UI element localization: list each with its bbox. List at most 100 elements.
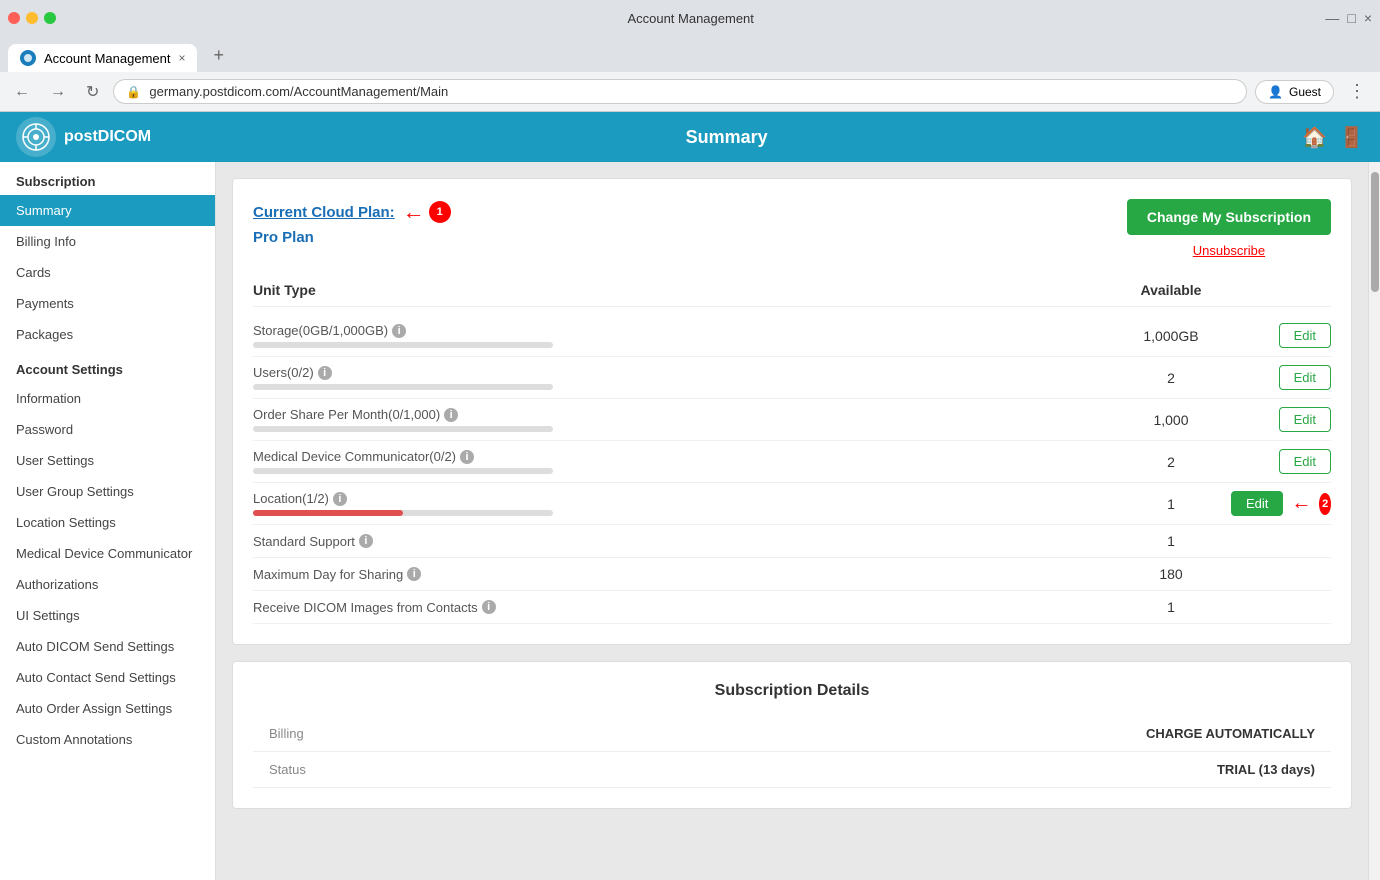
browser-tab-active[interactable]: Account Management × <box>8 44 197 72</box>
table-row: Receive DICOM Images from Contacts i 1 <box>253 591 1331 624</box>
edit-button[interactable]: Edit <box>1279 323 1331 348</box>
info-icon[interactable]: i <box>333 492 347 506</box>
address-text: germany.postdicom.com/AccountManagement/… <box>149 84 1234 99</box>
unit-progress-bar <box>253 342 553 348</box>
sidebar-item-ui-settings[interactable]: UI Settings <box>0 600 215 631</box>
maximize-button[interactable]: □ <box>1347 10 1355 26</box>
table-row: Storage(0GB/1,000GB) i 1,000GB Edit <box>253 315 1331 357</box>
new-tab-button[interactable]: + <box>201 39 236 72</box>
minimize-button[interactable]: — <box>1325 10 1339 26</box>
app-header: postDICOM Summary 🏠 🚪 <box>0 112 1380 162</box>
refresh-button[interactable]: ↻ <box>80 78 105 106</box>
sidebar: Subscription Summary Billing Info Cards … <box>0 162 216 880</box>
unit-name: Receive DICOM Images from Contacts <box>253 600 478 615</box>
browser-menu-button[interactable]: ⋮ <box>1342 77 1372 106</box>
tab-favicon <box>20 50 36 66</box>
table-row: Order Share Per Month(0/1,000) i 1,000 E… <box>253 399 1331 441</box>
sidebar-item-cards[interactable]: Cards <box>0 257 215 288</box>
tab-title: Account Management <box>44 51 170 66</box>
col-available-header: Available <box>1111 282 1231 298</box>
sidebar-label-authorizations: Authorizations <box>16 577 98 592</box>
sidebar-item-location-settings[interactable]: Location Settings <box>0 507 215 538</box>
sidebar-label-auto-contact: Auto Contact Send Settings <box>16 670 176 685</box>
current-plan-link[interactable]: Current Cloud Plan: <box>253 204 395 221</box>
close-button[interactable]: × <box>1364 10 1372 26</box>
unit-progress-bar <box>253 468 553 474</box>
sidebar-label-summary: Summary <box>16 203 72 218</box>
unit-action: Edit ← 2 <box>1231 491 1331 516</box>
sidebar-label-packages: Packages <box>16 327 73 342</box>
sidebar-label-custom-annotations: Custom Annotations <box>16 732 132 747</box>
logo-text: postDICOM <box>64 128 151 146</box>
sidebar-label-ui-settings: UI Settings <box>16 608 80 623</box>
status-row: Status TRIAL (13 days) <box>253 752 1331 788</box>
guest-label: Guest <box>1289 85 1321 99</box>
unit-value: 1 <box>1111 496 1231 512</box>
sidebar-item-summary[interactable]: Summary <box>0 195 215 226</box>
edit-button-location[interactable]: Edit <box>1231 491 1283 516</box>
billing-row: Billing CHARGE AUTOMATICALLY <box>253 716 1331 752</box>
sidebar-item-authorizations[interactable]: Authorizations <box>0 569 215 600</box>
info-icon[interactable]: i <box>460 450 474 464</box>
change-subscription-button[interactable]: Change My Subscription <box>1127 199 1331 235</box>
sidebar-item-payments[interactable]: Payments <box>0 288 215 319</box>
table-row: Maximum Day for Sharing i 180 <box>253 558 1331 591</box>
back-button[interactable]: ← <box>8 79 36 105</box>
units-table: Unit Type Available Storage(0GB/1,000GB)… <box>253 274 1331 624</box>
sidebar-item-custom-annotations[interactable]: Custom Annotations <box>0 724 215 755</box>
header-actions: 🏠 🚪 <box>1302 125 1364 150</box>
arrow-left-2: ← <box>1291 492 1311 515</box>
edit-button[interactable]: Edit <box>1279 449 1331 474</box>
sidebar-item-auto-dicom[interactable]: Auto DICOM Send Settings <box>0 631 215 662</box>
info-icon[interactable]: i <box>482 600 496 614</box>
info-icon[interactable]: i <box>407 567 421 581</box>
info-icon[interactable]: i <box>359 534 373 548</box>
edit-button[interactable]: Edit <box>1279 407 1331 432</box>
table-row: Location(1/2) i 1 Edit <box>253 483 1331 525</box>
info-icon[interactable]: i <box>392 324 406 338</box>
forward-button[interactable]: → <box>44 79 72 105</box>
sidebar-item-auto-contact[interactable]: Auto Contact Send Settings <box>0 662 215 693</box>
subscription-section-label: Subscription <box>0 162 215 195</box>
app-container: postDICOM Summary 🏠 🚪 Subscription Summa… <box>0 112 1380 880</box>
profile-icon: 👤 <box>1268 85 1283 99</box>
sidebar-item-medical-device[interactable]: Medical Device Communicator <box>0 538 215 569</box>
guest-profile-button[interactable]: 👤 Guest <box>1255 80 1334 104</box>
unit-progress-bar <box>253 510 553 516</box>
sidebar-item-user-group-settings[interactable]: User Group Settings <box>0 476 215 507</box>
unit-action: Edit <box>1231 323 1331 348</box>
unit-value: 1,000 <box>1111 412 1231 428</box>
browser-toolbar: ← → ↻ 🔒 germany.postdicom.com/AccountMan… <box>0 72 1380 112</box>
scrollbar[interactable] <box>1368 162 1380 880</box>
unsubscribe-button[interactable]: Unsubscribe <box>1193 243 1265 258</box>
plan-name: Pro Plan <box>253 229 451 246</box>
unit-name: Order Share Per Month(0/1,000) <box>253 407 440 422</box>
sidebar-item-packages[interactable]: Packages <box>0 319 215 350</box>
sidebar-label-password: Password <box>16 422 73 437</box>
app-header-title: Summary <box>686 127 768 148</box>
table-row: Standard Support i 1 <box>253 525 1331 558</box>
unit-name-cell: Location(1/2) i <box>253 491 1111 516</box>
sidebar-label-billing-info: Billing Info <box>16 234 76 249</box>
sidebar-item-billing-info[interactable]: Billing Info <box>0 226 215 257</box>
sidebar-item-password[interactable]: Password <box>0 414 215 445</box>
info-icon[interactable]: i <box>318 366 332 380</box>
col-unit-type-header: Unit Type <box>253 282 1111 298</box>
unit-name: Maximum Day for Sharing <box>253 567 403 582</box>
billing-label: Billing <box>269 726 304 741</box>
sidebar-label-user-group-settings: User Group Settings <box>16 484 134 499</box>
edit-button[interactable]: Edit <box>1279 365 1331 390</box>
sidebar-item-user-settings[interactable]: User Settings <box>0 445 215 476</box>
logout-icon[interactable]: 🚪 <box>1339 125 1364 150</box>
unit-value: 1 <box>1111 533 1231 549</box>
tab-close-button[interactable]: × <box>178 51 185 65</box>
unit-name: Standard Support <box>253 534 355 549</box>
home-icon[interactable]: 🏠 <box>1302 125 1327 150</box>
sidebar-label-user-settings: User Settings <box>16 453 94 468</box>
sidebar-item-auto-order[interactable]: Auto Order Assign Settings <box>0 693 215 724</box>
sidebar-item-information[interactable]: Information <box>0 383 215 414</box>
info-icon[interactable]: i <box>444 408 458 422</box>
plan-header: Current Cloud Plan: ← 1 Pro Plan Change … <box>253 199 1331 258</box>
address-bar[interactable]: 🔒 germany.postdicom.com/AccountManagemen… <box>113 79 1247 104</box>
unit-name: Medical Device Communicator(0/2) <box>253 449 456 464</box>
